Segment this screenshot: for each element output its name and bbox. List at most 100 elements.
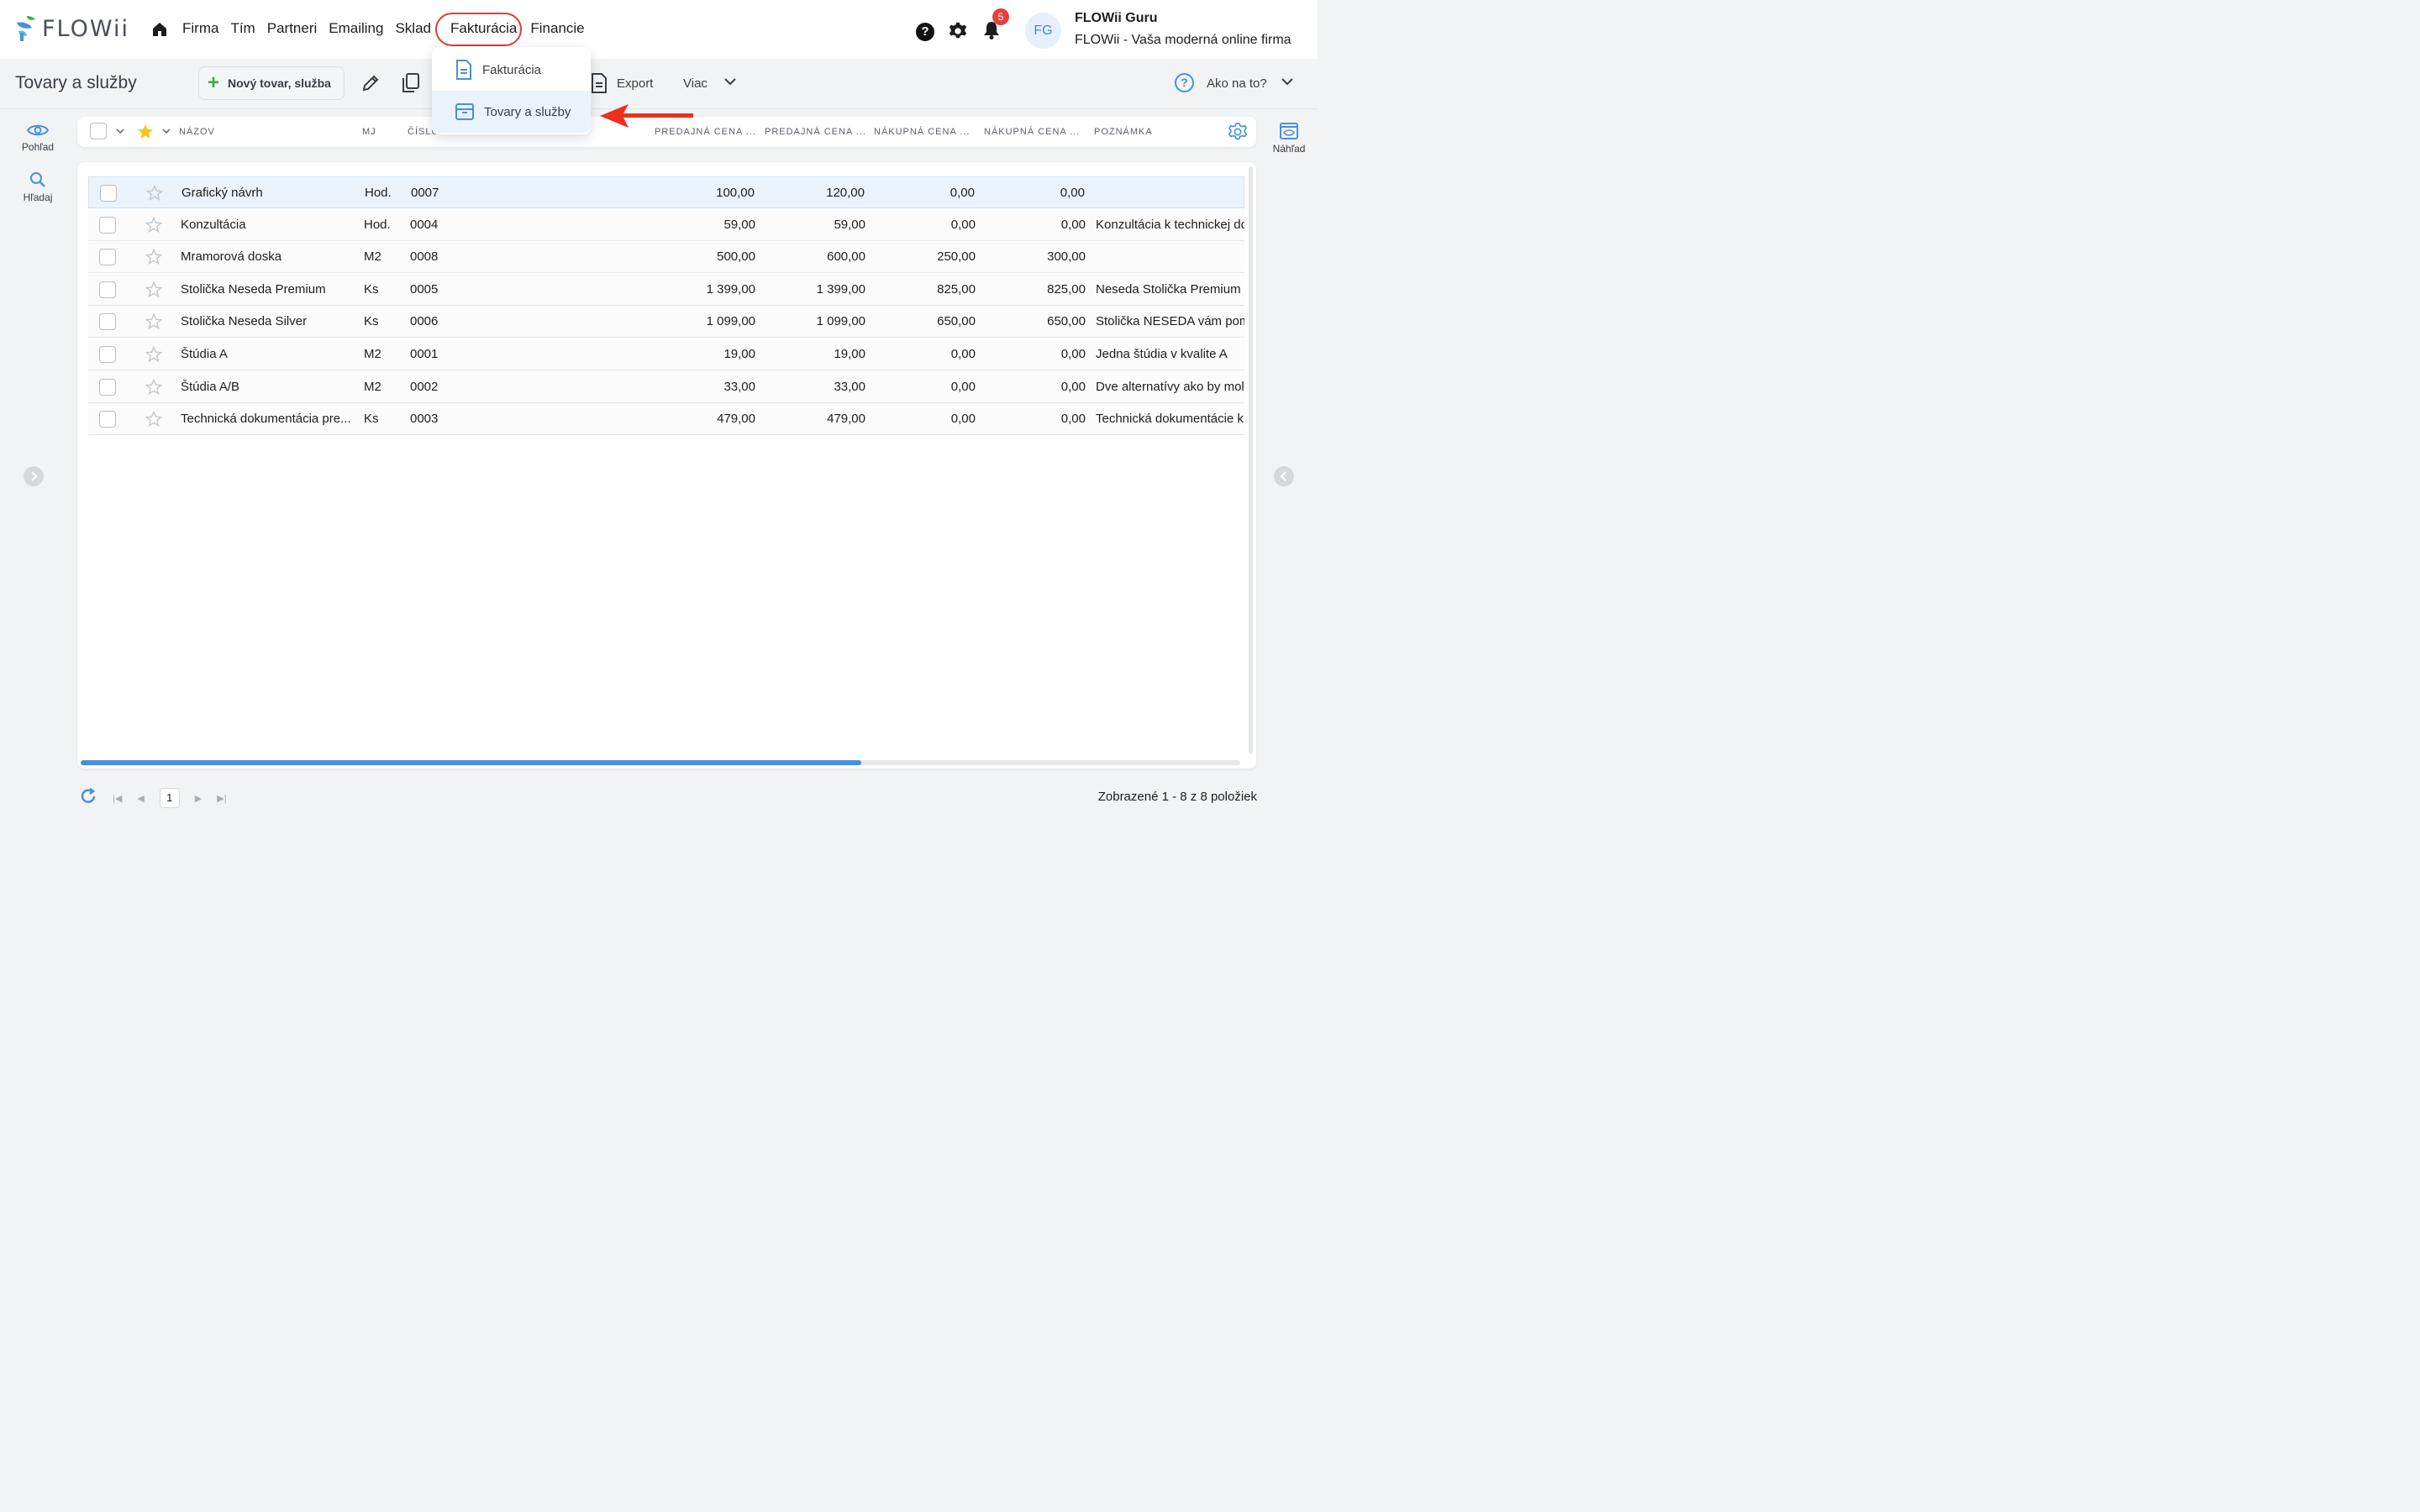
next-page-icon[interactable]: ▶: [195, 793, 202, 804]
user-name[interactable]: FLOWii Guru: [1075, 11, 1158, 26]
row-checkbox[interactable]: [99, 249, 116, 266]
flowii-logo-icon: [17, 16, 35, 41]
cell-purchase-price-2: 0,00: [1060, 186, 1085, 200]
invoice-document-icon: [456, 60, 471, 80]
cell-purchase-price-2: 650,00: [1047, 314, 1086, 329]
cell-sale-price-2: 33,00: [834, 379, 865, 394]
cell-sale-price-2: 479,00: [827, 412, 865, 427]
favorite-star-icon[interactable]: [145, 249, 162, 265]
nav-emailing[interactable]: Emailing: [329, 20, 383, 37]
previous-page-icon[interactable]: ◀: [137, 793, 144, 804]
cell-name: Mramorová doska: [181, 249, 282, 265]
refresh-icon[interactable]: [79, 787, 97, 806]
cell-name: Stolička Neseda Silver: [181, 314, 308, 329]
flowii-logo[interactable]: FLOWii: [15, 14, 129, 43]
favorite-star-icon[interactable]: [145, 378, 162, 396]
current-page[interactable]: 1: [159, 788, 180, 808]
column-header-name[interactable]: NÁZOV: [179, 127, 215, 137]
row-checkbox[interactable]: [99, 378, 116, 396]
table-row[interactable]: Grafický návrh Hod. 0007 100,00 120,00 0,00 0,…: [88, 176, 1244, 208]
more-button[interactable]: Viac: [683, 76, 708, 91]
settings-gear-icon[interactable]: [949, 22, 967, 40]
column-header-sale-price-2[interactable]: PREDAJNÁ CENA ...: [765, 127, 866, 137]
preview-button[interactable]: Náhľad: [1260, 123, 1318, 155]
table-row[interactable]: Technická dokumentácia pre... Ks 0003 479,0…: [88, 403, 1244, 436]
nav-firma[interactable]: Firma: [182, 20, 218, 37]
column-header-purchase-price-2[interactable]: NÁKUPNÁ CENA ...: [984, 127, 1080, 137]
cell-name: Konzultácia: [181, 217, 246, 232]
horizontal-scrollbar-thumb[interactable]: [81, 760, 861, 765]
help-icon[interactable]: ?: [916, 23, 934, 41]
cell-unit: Hod.: [364, 217, 391, 232]
howto-help-icon[interactable]: ?: [1175, 73, 1194, 92]
table-row[interactable]: Konzultácia Hod. 0004 59,00 59,00 0,00 0,00 Kon…: [88, 208, 1244, 241]
copy-icon[interactable]: [402, 73, 420, 93]
select-all-checkbox[interactable]: [90, 123, 107, 139]
cell-sale-price-1: 19,00: [723, 347, 755, 361]
view-button[interactable]: Pohľad: [8, 123, 67, 153]
vertical-scrollbar[interactable]: [1249, 166, 1253, 754]
pagination-info: Zobrazené 1 - 8 z 8 položiek: [1097, 790, 1257, 804]
row-checkbox[interactable]: [99, 313, 116, 331]
cell-purchase-price-1: 250,00: [937, 249, 976, 265]
expand-left-panel-button[interactable]: [24, 466, 44, 486]
red-arrow-annotation: [600, 104, 693, 128]
column-header-purchase-price-1[interactable]: NÁKUPNÁ CENA ...: [874, 127, 970, 137]
nav-partneri[interactable]: Partneri: [267, 20, 318, 37]
nav-financie[interactable]: Financie: [530, 20, 584, 37]
column-settings-gear-icon[interactable]: [1228, 123, 1247, 141]
favorite-filter-star-icon[interactable]: [137, 123, 154, 140]
search-icon: [30, 172, 45, 187]
cell-number: 0007: [411, 186, 439, 200]
favorite-star-icon[interactable]: [145, 411, 162, 428]
row-checkbox[interactable]: [99, 346, 116, 363]
howto-button[interactable]: Ako na to?: [1207, 76, 1267, 91]
row-checkbox[interactable]: [100, 185, 117, 202]
edit-pencil-icon[interactable]: [361, 74, 380, 92]
row-checkbox[interactable]: [99, 411, 116, 428]
cell-purchase-price-1: 0,00: [950, 217, 976, 232]
chevron-left-icon: [1280, 471, 1286, 481]
table-row[interactable]: Stolička Neseda Premium Ks 0005 1 399,00 1 3…: [88, 273, 1244, 306]
page-title: Tovary a služby: [15, 73, 137, 92]
column-header-note[interactable]: POZNÁMKA: [1094, 127, 1153, 137]
favorite-star-icon[interactable]: [145, 216, 162, 234]
cell-purchase-price-2: 0,00: [1060, 347, 1086, 361]
export-document-icon[interactable]: [591, 73, 608, 93]
expand-right-panel-button[interactable]: [1274, 466, 1294, 486]
cell-name: Štúdia A/B: [181, 379, 240, 394]
new-item-button[interactable]: + Nový tovar, služba: [198, 66, 345, 100]
menu-item-fakturacia[interactable]: Fakturácia: [432, 49, 591, 91]
cell-number: 0001: [410, 347, 439, 361]
first-page-icon[interactable]: |◀: [113, 793, 122, 804]
chevron-down-icon[interactable]: [162, 128, 171, 134]
cell-name: Grafický návrh: [182, 186, 263, 200]
nav-sklad[interactable]: Sklad: [395, 20, 431, 37]
preview-label: Náhľad: [1272, 143, 1306, 155]
favorite-star-icon[interactable]: [146, 185, 163, 202]
last-page-icon[interactable]: ▶|: [217, 793, 226, 804]
column-header-unit[interactable]: MJ: [362, 127, 376, 137]
user-avatar[interactable]: FG: [1025, 13, 1061, 49]
favorite-star-icon[interactable]: [145, 313, 162, 330]
favorite-star-icon[interactable]: [145, 281, 162, 298]
export-button[interactable]: Export: [617, 76, 653, 91]
table-row[interactable]: Štúdia A/B M2 0002 33,00 33,00 0,00 0,00 Dve al…: [88, 370, 1244, 403]
chevron-down-icon[interactable]: [116, 128, 124, 134]
cell-note: Konzultácia k technickej do: [1096, 217, 1244, 232]
table-row[interactable]: Mramorová doska M2 0008 500,00 600,00 250,00 3…: [88, 241, 1244, 274]
home-icon[interactable]: [151, 21, 168, 38]
nav-tim[interactable]: Tím: [230, 20, 255, 37]
row-checkbox[interactable]: [99, 281, 116, 298]
chevron-down-icon[interactable]: [1281, 77, 1293, 86]
cell-note: Technická dokumentácie k: [1096, 412, 1244, 427]
search-button[interactable]: Hľadaj: [8, 171, 67, 203]
cell-purchase-price-1: 825,00: [937, 281, 976, 297]
table-row[interactable]: Štúdia A M2 0001 19,00 19,00 0,00 0,00 Jedna št…: [88, 339, 1244, 370]
cell-sale-price-1: 500,00: [717, 249, 755, 265]
row-checkbox[interactable]: [99, 216, 116, 234]
menu-item-tovary-a-sluzby[interactable]: Tovary a služby: [432, 91, 591, 133]
table-row[interactable]: Stolička Neseda Silver Ks 0006 1 099,00 1 09…: [88, 306, 1244, 339]
favorite-star-icon[interactable]: [145, 346, 162, 363]
chevron-down-icon[interactable]: [724, 77, 736, 86]
